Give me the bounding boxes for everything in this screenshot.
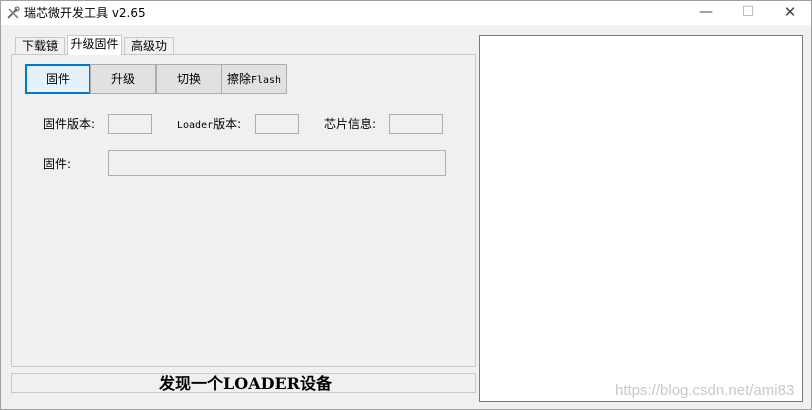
chip-info-field (389, 114, 443, 134)
firmware-button[interactable]: 固件 (25, 64, 91, 94)
loader-version-field (255, 114, 299, 134)
firmware-path-field[interactable] (108, 150, 446, 176)
window-title: 瑞芯微开发工具 v2.65 (24, 6, 146, 20)
log-panel[interactable] (479, 35, 803, 402)
watermark: https://blog.csdn.net/ami83 (615, 382, 795, 399)
firmware-path-label: 固件: (43, 157, 72, 171)
switch-button[interactable]: 切换 (156, 64, 222, 94)
app-window: 瑞芯微开发工具 v2.65 — ☐ ✕ 下载镜像 升级固件 高级功能 固件 升级… (0, 0, 812, 410)
erase-flash-label-prefix: 擦除 (226, 72, 251, 86)
title-bar[interactable]: 瑞芯微开发工具 v2.65 — ☐ ✕ (1, 1, 811, 25)
loader-version-label-suffix: 版本: (213, 117, 242, 131)
status-message: 发现一个LOADER设备 (159, 374, 332, 393)
firmware-version-label: 固件版本: (43, 117, 96, 131)
maximize-button[interactable]: ☐ (726, 1, 770, 25)
firmware-version-field (108, 114, 152, 134)
close-button[interactable]: ✕ (768, 1, 812, 25)
tab-upgrade-firmware[interactable]: 升级固件 (67, 35, 122, 55)
chip-info-label: 芯片信息: (324, 117, 377, 131)
loader-version-label: Loader版本: (177, 117, 241, 133)
erase-flash-button[interactable]: 擦除Flash (221, 64, 287, 94)
loader-version-label-prefix: Loader (177, 120, 214, 131)
tab-download-image[interactable]: 下载镜像 (15, 37, 65, 69)
tab-advanced[interactable]: 高级功能 (124, 37, 174, 69)
upgrade-button[interactable]: 升级 (90, 64, 156, 94)
erase-flash-label-suffix: Flash (250, 75, 282, 86)
upgrade-firmware-panel (11, 54, 476, 367)
tools-icon (7, 6, 20, 19)
minimize-button[interactable]: — (684, 1, 728, 25)
